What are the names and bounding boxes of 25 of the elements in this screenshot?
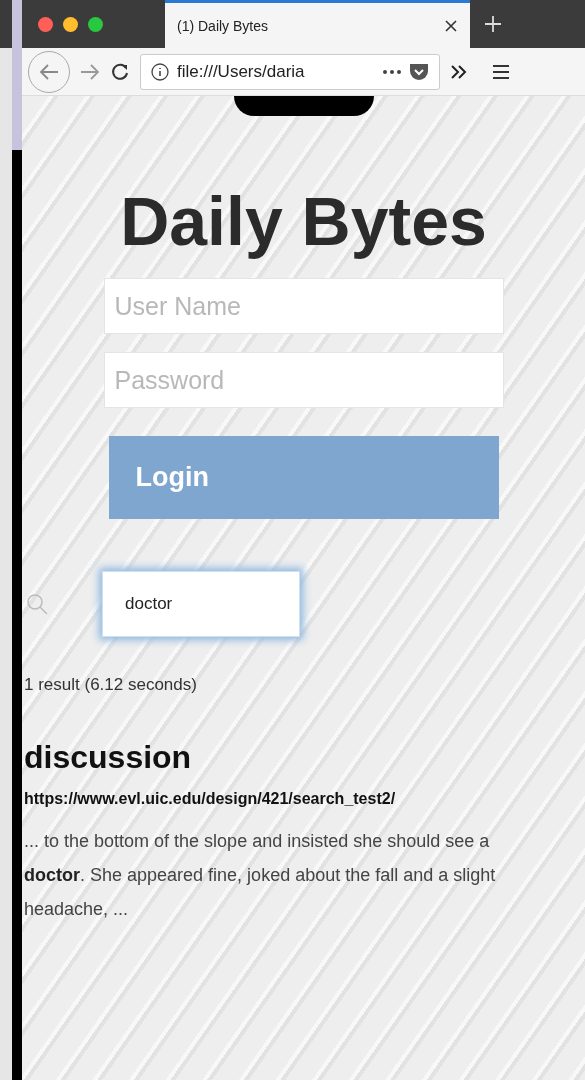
back-arrow-icon: [39, 62, 59, 81]
zoom-window-button[interactable]: [88, 16, 103, 32]
address-bar[interactable]: file:///Users/daria: [140, 53, 440, 90]
tab-title: (1) Daily Bytes: [177, 17, 269, 34]
result-link[interactable]: https://www.evl.uic.edu/design/421/search_test2/: [24, 790, 551, 808]
reload-icon[interactable]: [110, 61, 130, 82]
username-field[interactable]: User Name: [103, 278, 504, 334]
password-field[interactable]: Password: [103, 352, 504, 408]
result-snippet: ... to the bottom of the slope and insisted she should see a doctor. She appeared fine, joked about the fall and a slight headache, ...: [24, 830, 497, 921]
search-field[interactable]: doctor: [102, 571, 300, 637]
close-window-button[interactable]: [38, 16, 53, 32]
more-icon[interactable]: [383, 69, 401, 74]
info-icon[interactable]: [151, 62, 169, 81]
address-text: file:///Users/daria: [177, 61, 306, 82]
result-count: 1 result (6.12 seconds): [24, 675, 198, 695]
browser-tab[interactable]: (1) Daily Bytes: [165, 0, 470, 48]
minimize-window-button[interactable]: [63, 16, 78, 32]
menu-icon[interactable]: [492, 63, 510, 80]
page-title: Daily Bytes: [120, 182, 487, 260]
pocket-icon[interactable]: [409, 62, 429, 81]
overflow-chevrons-icon[interactable]: [450, 63, 468, 80]
forward-arrow-icon[interactable]: [80, 62, 100, 81]
result-title: discussion: [24, 739, 193, 776]
close-icon[interactable]: [444, 18, 458, 33]
plus-icon[interactable]: [484, 15, 502, 33]
